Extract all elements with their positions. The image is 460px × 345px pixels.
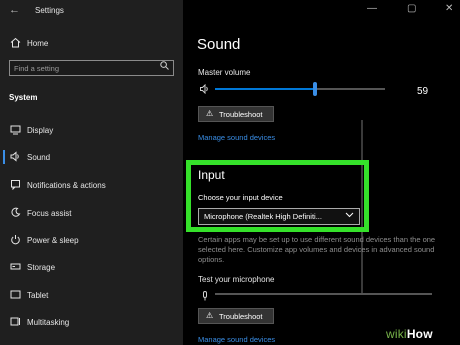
troubleshoot-button[interactable]: ⚠ Troubleshoot [198, 308, 274, 324]
sidebar-item-multitasking[interactable]: Multitasking [0, 313, 183, 333]
sidebar-item-sound[interactable]: Sound [0, 148, 183, 168]
close-icon[interactable]: ✕ [445, 3, 453, 14]
maximize-icon[interactable]: ▢ [407, 3, 416, 14]
section-heading: Input [198, 168, 225, 182]
sidebar-item-storage[interactable]: Storage [0, 258, 183, 278]
sidebar-item-notifications[interactable]: Notifications & actions [0, 176, 183, 196]
sidebar-item-label: Display [27, 126, 54, 135]
sidebar-item-label: Sound [27, 153, 51, 162]
wikihow-watermark: wikiHow [386, 327, 433, 341]
active-indicator [3, 150, 5, 164]
display-icon [10, 124, 21, 135]
speaker-icon [10, 151, 21, 162]
power-icon [10, 234, 21, 245]
home-icon [10, 37, 21, 48]
volume-slider-fill [215, 88, 316, 90]
sidebar-item-home[interactable]: Home [0, 34, 183, 54]
sidebar-item-label: Power & sleep [27, 236, 79, 245]
focus-assist-icon [10, 207, 21, 218]
volume-slider-thumb[interactable] [313, 82, 318, 96]
choose-device-label: Choose your input device [198, 193, 283, 202]
sidebar-item-tablet[interactable]: Tablet [0, 286, 183, 306]
troubleshoot-button[interactable]: ⚠ Troubleshoot [198, 106, 274, 122]
back-arrow-icon[interactable]: ← [9, 4, 20, 16]
sidebar-item-power-sleep[interactable]: Power & sleep [0, 231, 183, 251]
tablet-icon [10, 289, 21, 300]
sidebar-item-label: Multitasking [27, 318, 70, 327]
warning-icon: ⚠ [206, 109, 214, 118]
sidebar-item-focus-assist[interactable]: Focus assist [0, 204, 183, 224]
search-icon[interactable] [160, 61, 169, 72]
button-label: Troubleshoot [219, 312, 263, 321]
sidebar-item-label: Focus assist [27, 209, 72, 218]
volume-icon[interactable] [200, 83, 210, 96]
microphone-icon [202, 288, 208, 301]
search-placeholder: Find a setting [14, 64, 60, 73]
selected-device: Microphone (Realtek High Definiti... [204, 212, 322, 221]
minimize-icon[interactable]: — [367, 3, 377, 14]
manage-sound-devices-link[interactable]: Manage sound devices [198, 133, 275, 142]
sidebar-item-label: Home [27, 39, 49, 48]
sidebar-item-label: Tablet [27, 291, 49, 300]
sidebar-item-label: Storage [27, 263, 56, 272]
page-title: Sound [197, 36, 241, 53]
sidebar-item-display[interactable]: Display [0, 121, 183, 141]
storage-icon [10, 261, 21, 272]
sidebar-item-label: Notifications & actions [27, 181, 106, 190]
sidebar: ← Settings Home Find a setting System Di… [0, 0, 183, 345]
info-text: Certain apps may be set up to use differ… [198, 235, 436, 264]
warning-icon: ⚠ [206, 311, 214, 320]
volume-value: 59 [417, 86, 429, 97]
notifications-icon [10, 179, 21, 191]
chevron-down-icon [345, 210, 354, 221]
microphone-level-bar [215, 293, 432, 295]
button-label: Troubleshoot [219, 110, 263, 119]
master-volume-label: Master volume [198, 68, 251, 77]
section-heading: System [9, 93, 38, 102]
test-microphone-label: Test your microphone [198, 275, 275, 284]
multitasking-icon [10, 316, 21, 327]
manage-sound-devices-link[interactable]: Manage sound devices [198, 335, 275, 344]
app-title: Settings [35, 6, 64, 15]
